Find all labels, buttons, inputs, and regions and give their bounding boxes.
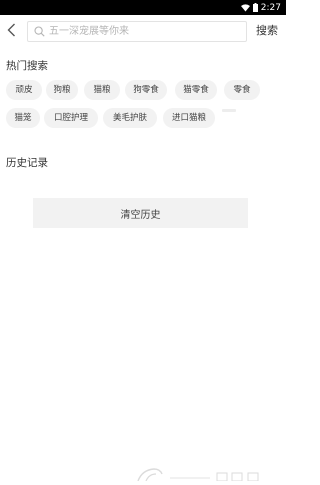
search-button[interactable]: 搜索 (256, 24, 278, 38)
hot-search-tag-placeholder (222, 109, 236, 112)
search-icon (32, 25, 46, 39)
wifi-icon (240, 3, 250, 12)
hot-search-tag[interactable]: 猫笼 (6, 108, 40, 128)
hot-search-tag[interactable]: 进口猫粮 (163, 108, 215, 128)
hot-search-tag[interactable]: 猫零食 (175, 80, 217, 100)
chevron-left-icon (7, 22, 16, 41)
search-header: 搜索 (0, 15, 286, 48)
clear-history-button[interactable]: 清空历史 (33, 198, 248, 228)
back-button[interactable] (4, 23, 18, 39)
search-input[interactable] (46, 22, 239, 41)
hot-search-tag[interactable]: 狗零食 (125, 80, 167, 100)
hot-search-title: 热门搜索 (6, 60, 48, 72)
hot-search-tag[interactable]: 零食 (224, 80, 260, 100)
hot-search-tag[interactable]: 狗粮 (46, 80, 78, 100)
status-time: 2:27 (260, 2, 281, 13)
hot-search-tag[interactable]: 美毛护肤 (103, 108, 157, 128)
hot-search-tag[interactable]: 顽皮 (6, 80, 42, 100)
status-bar: 2:27 (0, 0, 286, 15)
hot-search-tag[interactable]: 口腔护理 (44, 108, 98, 128)
history-title: 历史记录 (6, 157, 48, 169)
battery-icon (252, 3, 258, 12)
hot-search-tag[interactable]: 猫粮 (84, 80, 120, 100)
watermark-logo (122, 466, 272, 482)
search-box[interactable] (27, 21, 247, 42)
